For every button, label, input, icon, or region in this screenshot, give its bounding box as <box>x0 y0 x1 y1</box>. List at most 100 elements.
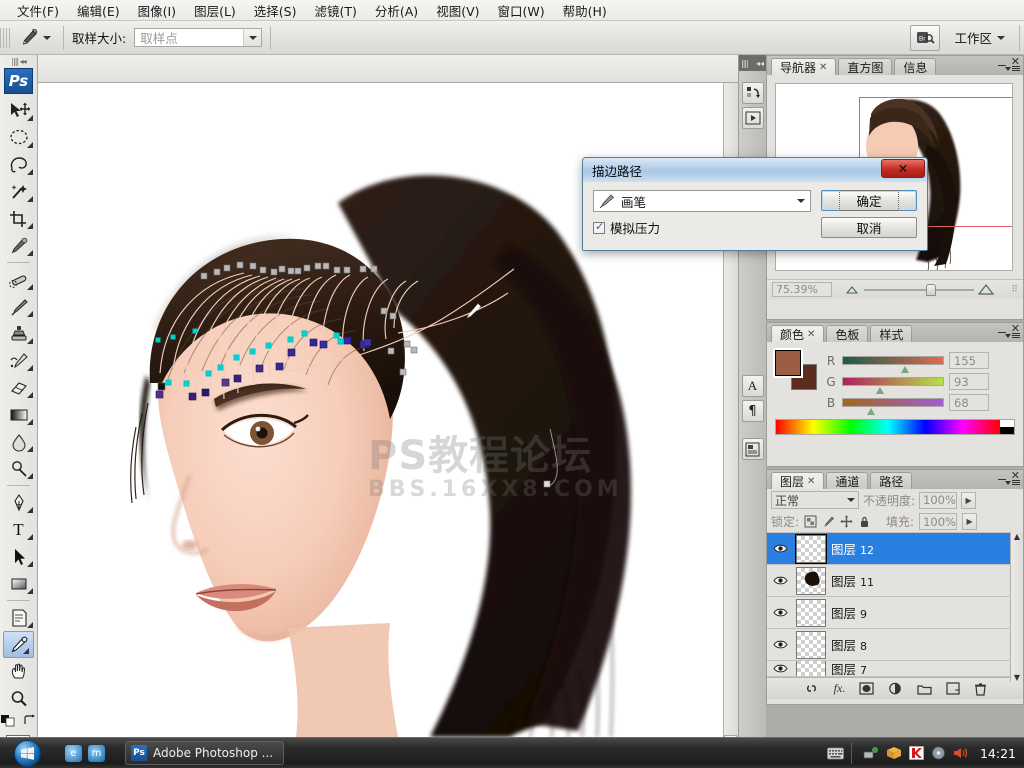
taskbar-button-photoshop[interactable]: Ps Adobe Photoshop ... <box>125 741 285 765</box>
dock-grip[interactable]: |||| ◂◂ <box>739 55 766 71</box>
bridge-icon[interactable]: Br <box>910 24 941 51</box>
healing-brush-tool[interactable] <box>0 266 37 293</box>
path-selection-tool[interactable] <box>0 543 37 570</box>
blur-tool[interactable] <box>0 428 37 455</box>
dialog-close-button[interactable]: ✕ <box>881 159 925 178</box>
layer-thumbnail[interactable] <box>796 630 826 659</box>
sample-size-chevron-down-icon[interactable] <box>243 29 262 46</box>
stroke-path-dialog[interactable]: 描边路径 ✕ 画笔 模拟压力 <box>582 157 928 251</box>
start-button[interactable] <box>1 739 53 768</box>
ie-browser-icon[interactable]: e <box>65 744 82 762</box>
gradient-tool[interactable] <box>0 401 37 428</box>
zoom-slider[interactable] <box>838 283 1005 296</box>
layer-list-scrollbar[interactable]: ▲ ▼ <box>1010 532 1023 682</box>
lock-transparent-icon[interactable] <box>804 515 817 528</box>
layer-thumbnail[interactable] <box>796 566 826 595</box>
color-panel-swatches[interactable] <box>773 348 821 390</box>
close-icon[interactable]: ✕ <box>807 476 815 487</box>
table-row[interactable]: 图层 8 <box>767 629 1023 661</box>
network-icon[interactable] <box>863 746 879 760</box>
fill-input[interactable]: 100% <box>919 513 958 530</box>
expand-dock-icon[interactable]: ◂◂ <box>756 59 764 68</box>
menu-layer[interactable]: 图层(L) <box>185 0 245 22</box>
link-layers-icon[interactable] <box>803 682 820 695</box>
current-tool-chip[interactable] <box>14 25 55 51</box>
clone-stamp-tool[interactable] <box>0 320 37 347</box>
channel-value-g[interactable]: 93 <box>949 373 989 390</box>
zoom-slider-track[interactable] <box>864 283 975 296</box>
adjustment-layer-icon[interactable] <box>888 682 903 695</box>
navigator-panel-menu-icon[interactable] <box>1005 66 1020 71</box>
eraser-tool[interactable] <box>0 374 37 401</box>
layer-visibility-eye-icon[interactable] <box>769 639 791 650</box>
tab-histogram[interactable]: 直方图 <box>838 58 893 75</box>
foreground-color-chip[interactable] <box>773 348 803 378</box>
tab-paths[interactable]: 路径 <box>870 472 913 489</box>
lock-all-icon[interactable] <box>858 515 871 528</box>
volume-icon[interactable] <box>953 746 969 760</box>
tab-color[interactable]: 颜色 ✕ <box>771 325 825 342</box>
character-panel-button[interactable]: A <box>741 375 764 397</box>
channel-value-r[interactable]: 155 <box>949 352 989 369</box>
tab-layers[interactable]: 图层 ✕ <box>771 472 825 489</box>
lock-position-icon[interactable] <box>840 515 853 528</box>
actions-panel-button[interactable] <box>741 107 764 129</box>
layer-visibility-eye-icon[interactable] <box>769 543 791 554</box>
tab-styles[interactable]: 样式 <box>870 325 913 342</box>
move-tool[interactable] <box>0 97 37 124</box>
swap-colors-icon[interactable] <box>23 714 36 727</box>
workspace-button[interactable]: 工作区 <box>946 24 1013 51</box>
close-icon[interactable]: ✕ <box>807 329 815 340</box>
menu-image[interactable]: 图像(I) <box>129 0 185 22</box>
notes-tool[interactable] <box>0 604 37 631</box>
tool-select[interactable]: 画笔 <box>593 190 811 212</box>
chevron-down-icon[interactable] <box>797 199 805 203</box>
delete-layer-icon[interactable] <box>974 682 987 696</box>
layers-panel-menu-icon[interactable] <box>1005 480 1020 485</box>
menu-view[interactable]: 视图(V) <box>427 0 488 22</box>
marquee-tool[interactable] <box>0 124 37 151</box>
table-row[interactable]: 图层 12 <box>767 533 1023 565</box>
fill-stepper[interactable]: ▶ <box>962 513 978 530</box>
channel-value-b[interactable]: 68 <box>949 394 989 411</box>
lock-image-icon[interactable] <box>822 515 835 528</box>
crop-tool[interactable] <box>0 205 37 232</box>
kaspersky-icon[interactable] <box>909 746 924 760</box>
options-bar-grip[interactable] <box>0 20 10 55</box>
menu-filter[interactable]: 滤镜(T) <box>305 0 365 22</box>
shape-tool[interactable] <box>0 570 37 597</box>
opacity-stepper[interactable]: ▶ <box>961 491 977 509</box>
tool-preset-chevron-icon[interactable] <box>43 35 51 40</box>
blend-mode-select[interactable]: 正常 <box>771 491 859 509</box>
table-row[interactable]: 图层 11 <box>767 565 1023 597</box>
table-row[interactable]: 图层 9 <box>767 597 1023 629</box>
tab-swatches[interactable]: 色板 <box>826 325 869 342</box>
layer-visibility-eye-icon[interactable] <box>769 663 791 674</box>
history-brush-tool[interactable] <box>0 347 37 374</box>
brush-tool[interactable] <box>0 293 37 320</box>
layer-thumbnail[interactable] <box>796 598 826 627</box>
slider-knob-b[interactable] <box>867 408 876 415</box>
table-row[interactable]: 图层 7 <box>767 661 1023 677</box>
zoom-slider-knob[interactable] <box>926 283 937 296</box>
menu-window[interactable]: 窗口(W) <box>489 0 554 22</box>
color-panel-menu-icon[interactable] <box>1005 333 1020 338</box>
new-layer-icon[interactable] <box>946 682 960 695</box>
cancel-button[interactable]: 取消 <box>821 217 917 238</box>
slider-knob-g[interactable] <box>876 387 885 394</box>
layer-thumbnail[interactable] <box>795 533 827 564</box>
tab-navigator[interactable]: 导航器 ✕ <box>771 58 837 75</box>
magic-wand-tool[interactable] <box>0 178 37 205</box>
sample-size-select[interactable]: 取样点 <box>134 28 263 47</box>
taskbar-clock[interactable]: 14:21 <box>980 746 1016 761</box>
layer-visibility-eye-icon[interactable] <box>769 575 791 586</box>
menu-edit[interactable]: 编辑(E) <box>68 0 129 22</box>
layer-style-fx-icon[interactable]: fx. <box>834 681 846 696</box>
small-mountain-icon[interactable] <box>846 285 860 294</box>
new-group-icon[interactable] <box>917 683 932 695</box>
slider-track-r[interactable] <box>842 356 944 365</box>
keyboard-layout-icon[interactable] <box>827 747 844 760</box>
default-colors-icon[interactable] <box>1 714 17 727</box>
pen-tool[interactable] <box>0 489 37 516</box>
close-icon[interactable]: ✕ <box>819 62 827 73</box>
